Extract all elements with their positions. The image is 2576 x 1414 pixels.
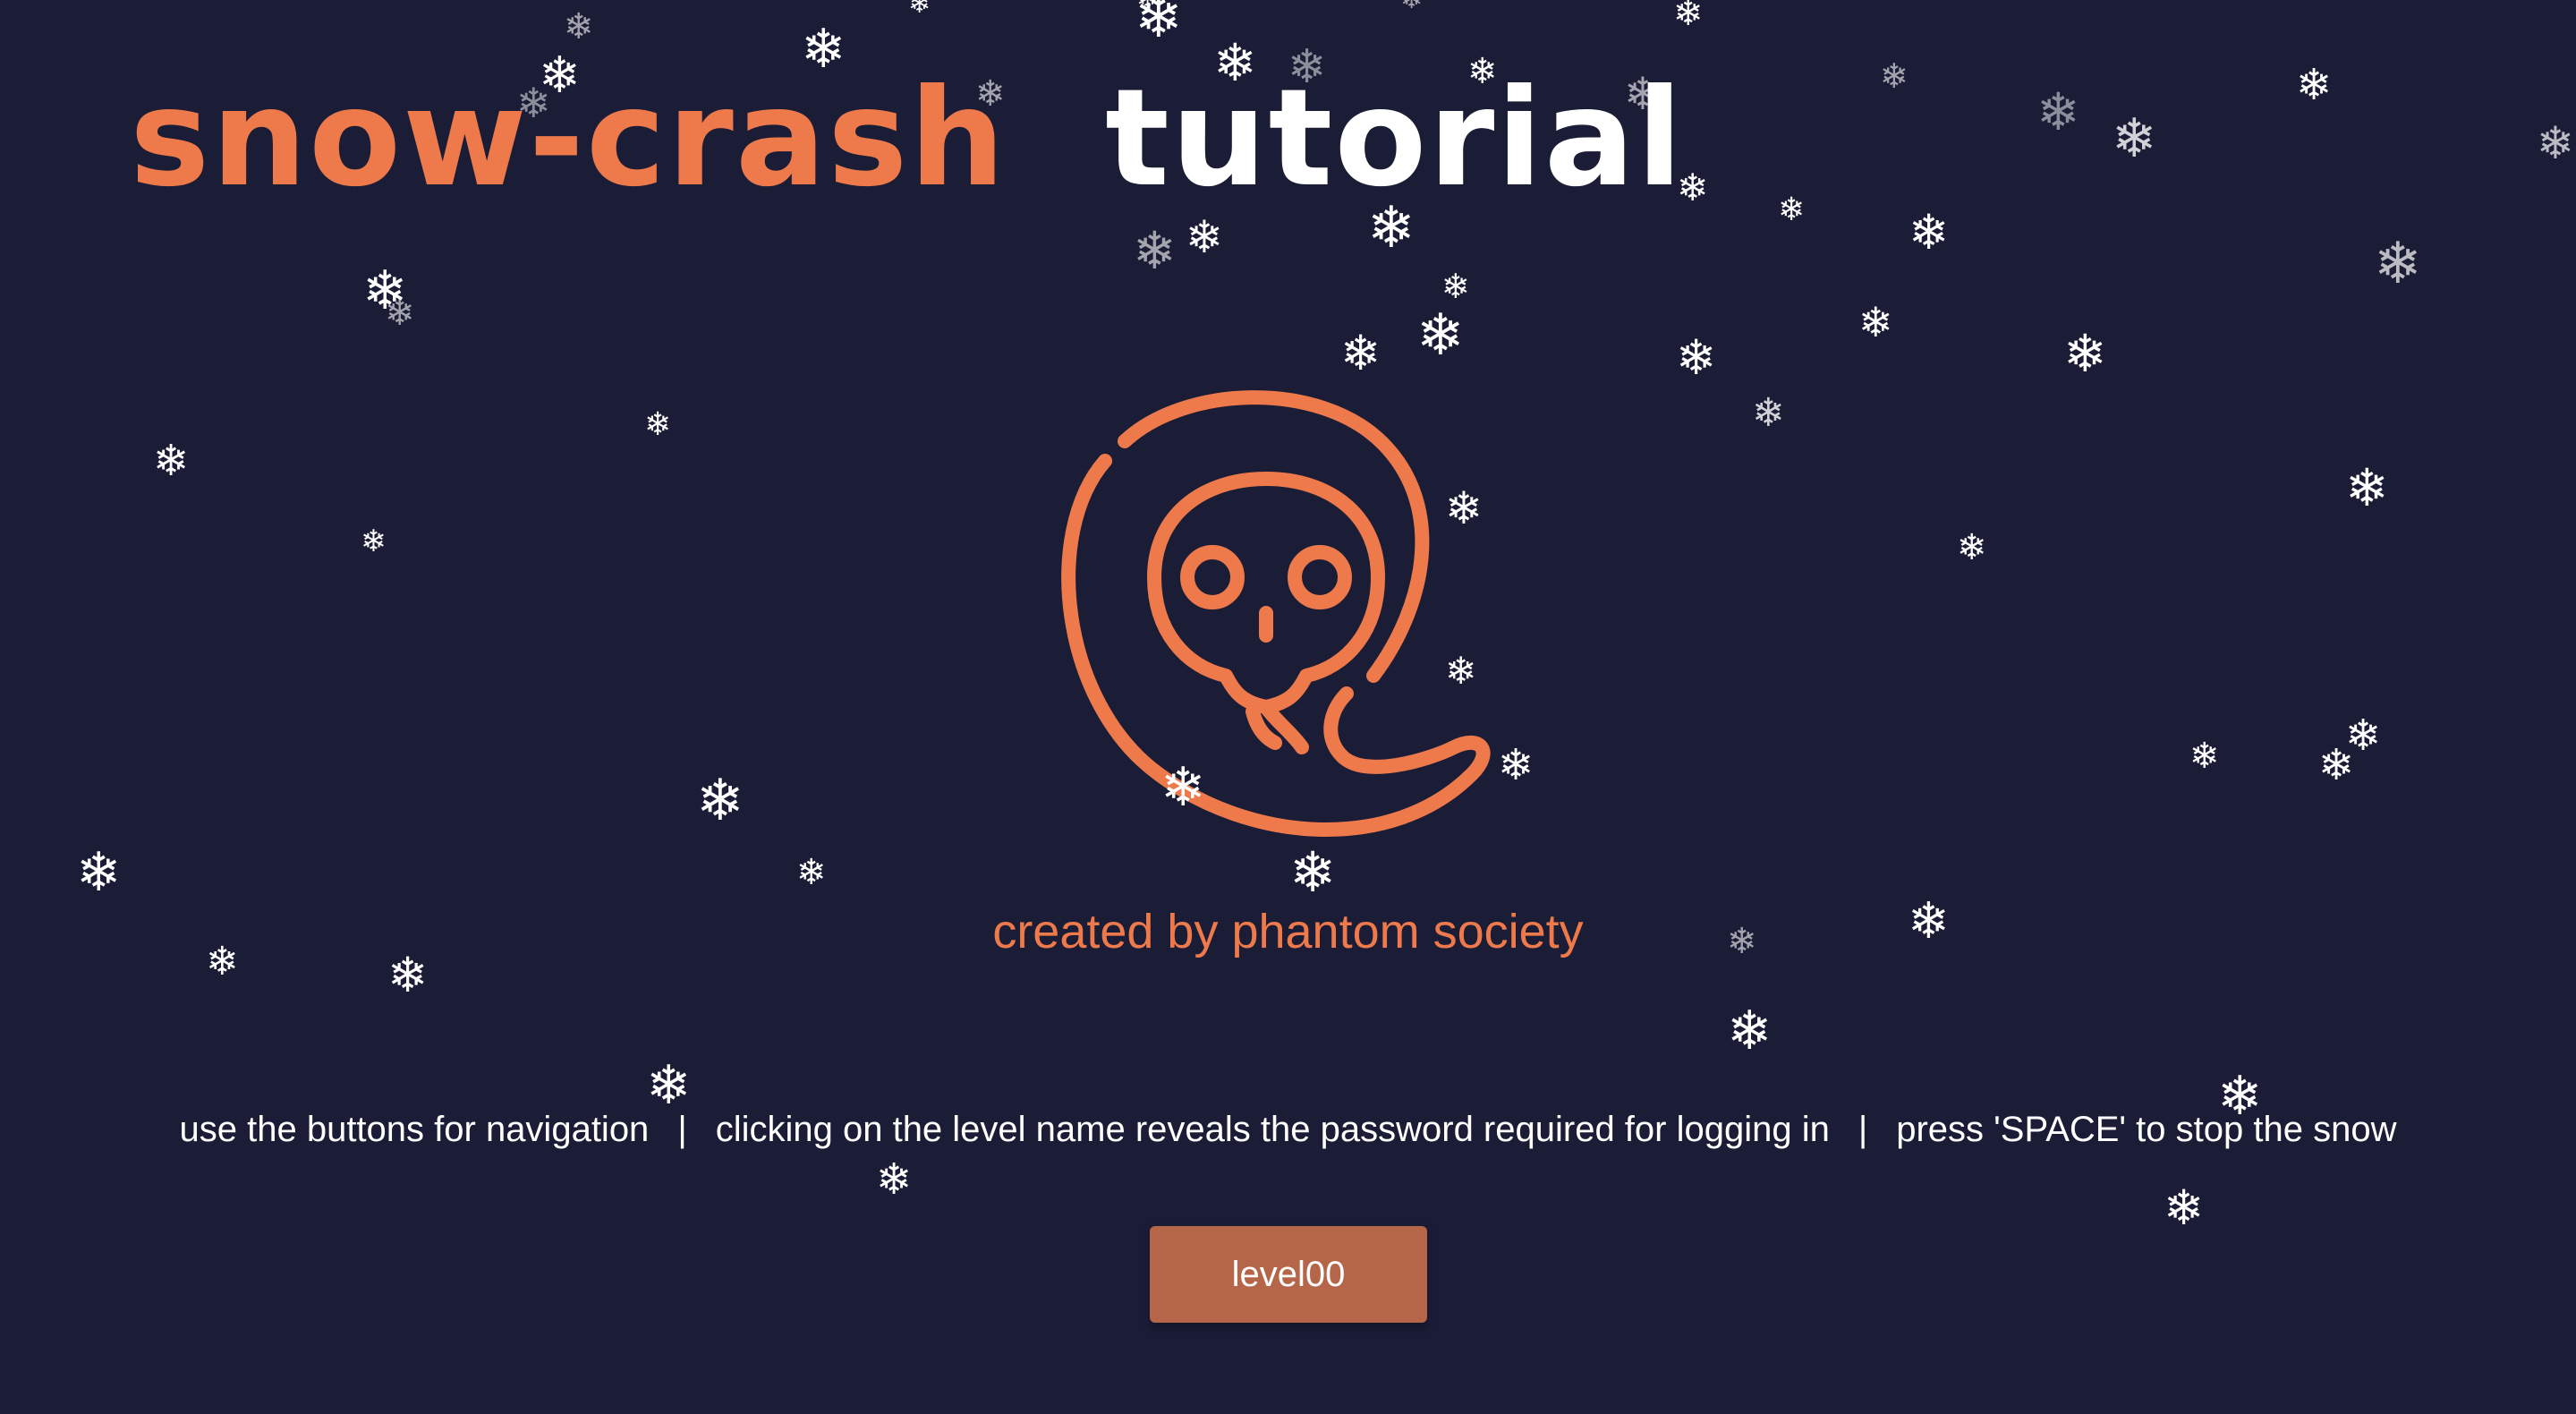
snowflake-icon: ❄	[1858, 298, 1893, 346]
snowflake-icon: ❄	[1727, 1000, 1773, 1062]
snowflake-icon: ❄	[1136, 0, 1159, 13]
snowflake-icon: ❄	[76, 841, 122, 904]
snowflake-icon: ❄	[2296, 60, 2333, 110]
snowflake-icon: ❄	[2036, 81, 2080, 142]
snowflake-icon: ❄	[1957, 527, 1987, 568]
snowflake-icon: ❄	[385, 293, 415, 334]
snowflake-icon: ❄	[2112, 107, 2157, 170]
snowflake-icon: ❄	[1673, 0, 1704, 34]
snowflake-icon: ❄	[1880, 56, 1909, 96]
snowflake-icon: ❄	[908, 0, 931, 20]
hint-navigation: use the buttons for navigation	[179, 1110, 650, 1149]
snowflake-icon: ❄	[2063, 323, 2107, 384]
help-bar: use the buttons for navigation | clicking …	[0, 1110, 2576, 1150]
snowflake-icon: ❄	[1416, 302, 1465, 369]
snowflake-icon: ❄	[2164, 1180, 2205, 1236]
page-header: snow-crash tutorial	[130, 72, 1684, 206]
level-button[interactable]: level00	[1150, 1226, 1427, 1323]
hint-stop-snow: press 'SPACE' to stop the snow	[1896, 1110, 2397, 1149]
skull-ghost-logo-icon	[1061, 390, 1491, 837]
snowflake-icon: ❄	[2318, 740, 2355, 790]
snowflake-icon: ❄	[153, 436, 190, 486]
snowflake-icon: ❄	[644, 406, 672, 443]
snowflake-icon: ❄	[1400, 0, 1423, 13]
snowflake-icon: ❄	[1186, 211, 1223, 263]
snowflake-icon: ❄	[1340, 325, 1382, 381]
snowflake-icon: ❄	[1909, 204, 1950, 260]
snowflake-icon: ❄	[2537, 117, 2574, 169]
snowflake-icon: ❄	[2189, 736, 2220, 777]
snowflake-icon: ❄	[2345, 711, 2382, 761]
hint-reveal-password: clicking on the level name reveals the p…	[715, 1110, 1830, 1149]
snowflake-icon: ❄	[1441, 267, 1470, 306]
snowflake-icon: ❄	[564, 6, 594, 47]
snowflake-icon: ❄	[696, 768, 744, 834]
snowflake-icon: ❄	[1135, 0, 1183, 51]
snowflake-icon: ❄	[362, 260, 408, 322]
snowflake-icon: ❄	[1752, 390, 1785, 436]
brand-title: snow-crash	[130, 61, 1007, 217]
snowflake-icon: ❄	[1778, 192, 1806, 228]
snowflake-icon: ❄	[2345, 457, 2389, 518]
snowflake-icon: ❄	[1133, 220, 1177, 281]
credit-text: created by phantom society	[992, 905, 1584, 958]
snowflake-icon: ❄	[1676, 329, 1717, 386]
snowflake-icon: ❄	[361, 524, 387, 559]
separator: |	[1858, 1110, 1868, 1149]
snowflake-icon: ❄	[876, 1154, 913, 1205]
separator: |	[677, 1110, 687, 1149]
page-title: tutorial	[1105, 61, 1685, 217]
snowflake-icon: ❄	[646, 1054, 692, 1117]
snowflake-icon: ❄	[796, 852, 827, 893]
snowflake-icon: ❄	[2374, 231, 2422, 297]
